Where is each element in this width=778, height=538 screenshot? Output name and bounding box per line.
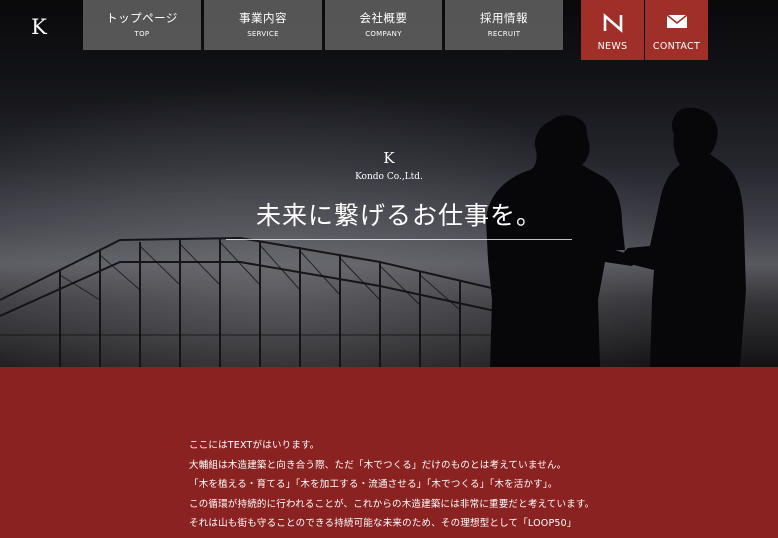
hero-company-name: Kondo Co.,Ltd.: [355, 172, 423, 182]
nav-service-sublabel: SERVICE: [247, 30, 279, 38]
intro-line: ここにはTEXTがはいります。: [189, 440, 320, 451]
hero-divider: [226, 239, 572, 240]
contact-button[interactable]: CONTACT: [645, 0, 708, 60]
intro-line: それは山も街も守ることのできる持続可能な未来のため、その理想型として「LOOP5…: [189, 518, 577, 530]
hero-tagline: 未来に繋げるお仕事を。: [255, 201, 542, 230]
nav-top-label: トップページ: [106, 11, 178, 25]
nav-company-sublabel: COMPANY: [365, 30, 402, 38]
news-label: NEWS: [597, 41, 628, 52]
nav-recruit[interactable]: 採用情報 RECRUIT: [445, 0, 563, 50]
intro-line: 「木を植える・育てる」「木を加工する・流通させる」「木でつくる」「木を活かす」。: [189, 479, 558, 491]
nav-service[interactable]: 事業内容 SERVICE: [204, 0, 322, 50]
hero-logo-mark: K: [383, 149, 395, 167]
intro-line: この循環が持続的に行われることが、これからの木造建築には非常に重要だと考えていま…: [189, 498, 595, 510]
news-button[interactable]: NEWS: [581, 0, 644, 60]
nav-service-label: 事業内容: [239, 11, 287, 25]
site-logo[interactable]: K: [29, 14, 49, 40]
contact-label: CONTACT: [652, 41, 701, 52]
nav-top-sublabel: TOP: [134, 30, 150, 38]
nav-recruit-sublabel: RECRUIT: [487, 30, 521, 38]
envelope-icon: [666, 14, 687, 28]
n-letter-icon: [603, 13, 622, 33]
intro-section: ここにはTEXTがはいります。 大輔組は木造建築と向き合う際、ただ「木でつくる」…: [0, 367, 778, 538]
intro-line: 大輔組は木造建築と向き合う際、ただ「木でつくる」だけのものとは考えていません。: [189, 459, 567, 471]
intro-text: ここにはTEXTがはいります。 大輔組は木造建築と向き合う際、ただ「木でつくる」…: [189, 436, 659, 534]
nav-top[interactable]: トップページ TOP: [83, 0, 201, 50]
nav-company-label: 会社概要: [359, 11, 408, 25]
nav-company[interactable]: 会社概要 COMPANY: [325, 0, 442, 50]
nav-recruit-label: 採用情報: [480, 11, 528, 25]
